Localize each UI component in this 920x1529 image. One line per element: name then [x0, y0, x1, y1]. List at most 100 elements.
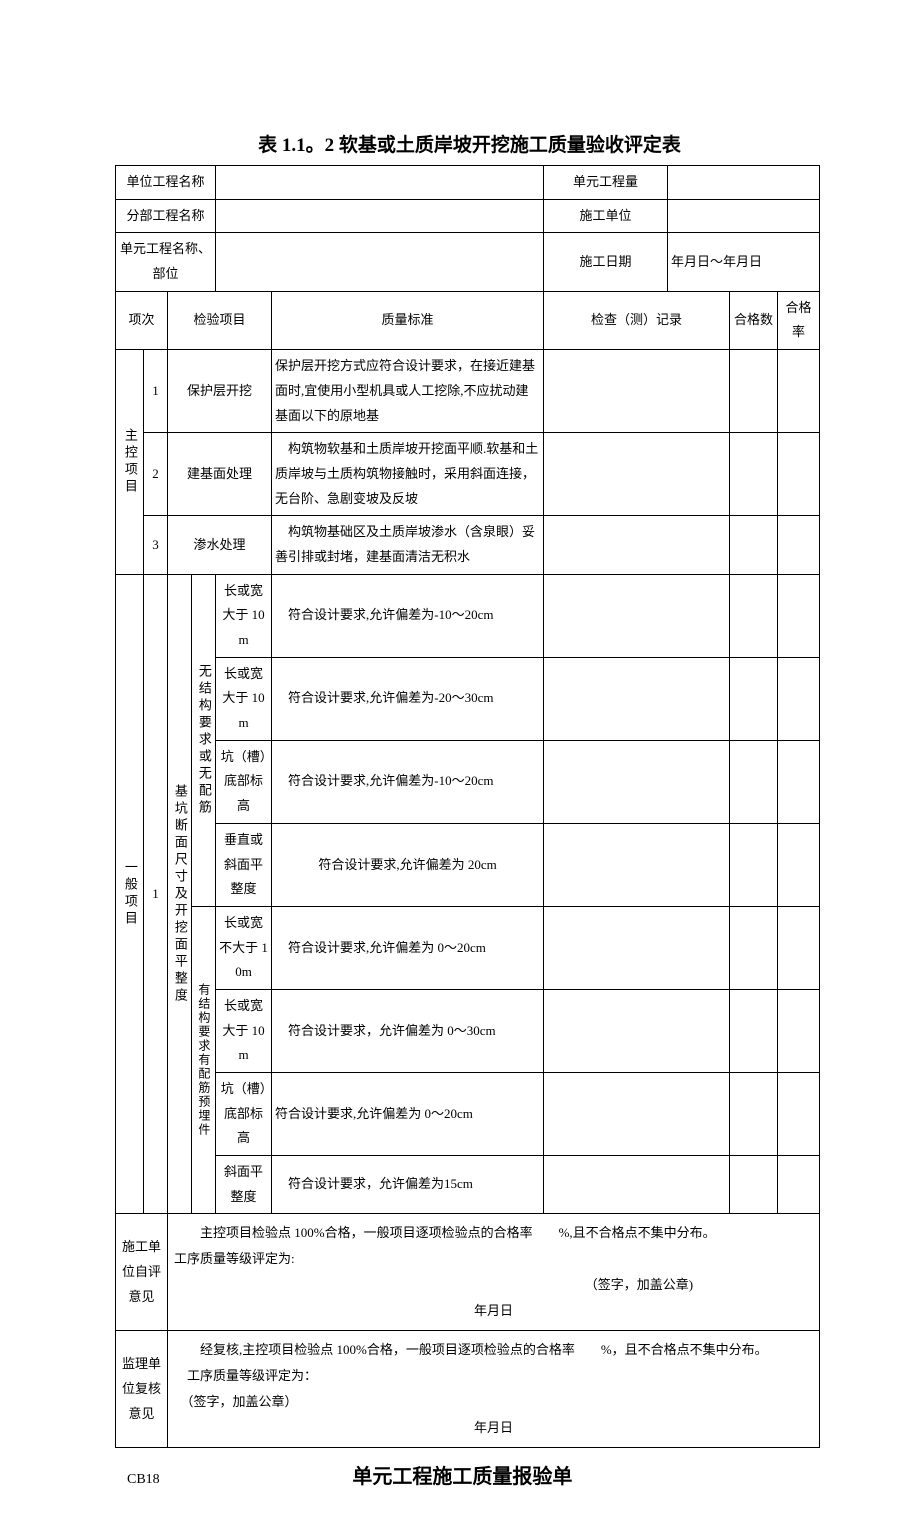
table-row: 单位工程名称 单元工程量: [116, 166, 820, 200]
table-row: 3 渗水处理 构筑物基础区及土质岸坡渗水（含泉眼）妥善引排或封堵，建基面清洁无积…: [116, 516, 820, 574]
unit-project-qty-value[interactable]: [668, 166, 820, 200]
construction-date-value[interactable]: 年月日～年月日: [668, 233, 820, 291]
pass-rate-cell[interactable]: [778, 433, 820, 516]
col-inspect-item: 检验项目: [168, 291, 272, 349]
col-item-no: 项次: [116, 291, 168, 349]
general-row-std: 符合设计要求，允许偏差为15cm: [272, 1156, 544, 1214]
review-opinion-text2: 工序质量等级评定为：: [174, 1363, 813, 1389]
pass-count-cell[interactable]: [730, 906, 778, 989]
table-row: 有结构要求有配筋预埋件 长或宽不大于 10m 符合设计要求,允许偏差为 0～20…: [116, 906, 820, 989]
main-item-std: 保护层开挖方式应符合设计要求，在接近建基面时,宜使用小型机具或人工挖除,不应扰动…: [272, 350, 544, 433]
pass-rate-cell[interactable]: [778, 657, 820, 740]
pass-rate-cell[interactable]: [778, 1156, 820, 1214]
general-item-no: 1: [144, 574, 168, 1214]
check-record-cell[interactable]: [544, 1073, 730, 1156]
check-record-cell[interactable]: [544, 989, 730, 1072]
table-row: 长或宽大于 10m 符合设计要求，允许偏差为 0～30cm: [116, 989, 820, 1072]
pass-rate-cell[interactable]: [778, 350, 820, 433]
unit-project-qty-label: 单元工程量: [544, 166, 668, 200]
review-opinion-text1: 经复核,主控项目检验点 100%合格，一般项目逐项检验点的合格率 %，且不合格点…: [174, 1337, 813, 1363]
check-record-cell[interactable]: [544, 1156, 730, 1214]
general-row-std: 符合设计要求,允许偏差为 0～20cm: [272, 1073, 544, 1156]
general-row-std: 符合设计要求,允许偏差为-20～30cm: [272, 657, 544, 740]
unit-part-label: 单元工程名称、部位: [116, 233, 216, 291]
table-row: 坑（槽）底部标高 符合设计要求,允许偏差为-10～20cm: [116, 740, 820, 823]
check-record-cell[interactable]: [544, 823, 730, 906]
general-row-label: 斜面平整度: [216, 1156, 272, 1214]
pass-rate-cell[interactable]: [778, 989, 820, 1072]
general-row-std: 符合设计要求,允许偏差为 0～20cm: [272, 906, 544, 989]
general-row-label: 坑（槽）底部标高: [216, 740, 272, 823]
table-row: 长或宽大于 10m 符合设计要求,允许偏差为-20～30cm: [116, 657, 820, 740]
main-item-name: 渗水处理: [168, 516, 272, 574]
unit-part-value[interactable]: [216, 233, 544, 291]
review-opinion-cell[interactable]: 经复核,主控项目检验点 100%合格，一般项目逐项检验点的合格率 %，且不合格点…: [168, 1331, 820, 1448]
main-item-no: 3: [144, 516, 168, 574]
page-title: 表 1.1。2 软基或土质岸坡开挖施工质量验收评定表: [115, 130, 805, 157]
evaluation-table: 单位工程名称 单元工程量 分部工程名称 施工单位 单元工程名称、部位 施工日期 …: [115, 165, 820, 1448]
general-row-label: 长或宽大于 10m: [216, 989, 272, 1072]
table-row: 主控项目 1 保护层开挖 保护层开挖方式应符合设计要求，在接近建基面时,宜使用小…: [116, 350, 820, 433]
review-opinion-date: 年月日: [174, 1415, 813, 1441]
general-group-label: 一般项目: [116, 574, 144, 1214]
unit-project-name-label: 单位工程名称: [116, 166, 216, 200]
sub-project-name-value[interactable]: [216, 199, 544, 233]
pass-rate-cell[interactable]: [778, 1073, 820, 1156]
pass-rate-cell[interactable]: [778, 906, 820, 989]
review-opinion-label: 监理单位复核意见: [116, 1331, 168, 1448]
pass-count-cell[interactable]: [730, 823, 778, 906]
general-row-label: 长或宽不大于 10m: [216, 906, 272, 989]
check-record-cell[interactable]: [544, 740, 730, 823]
table-row: 斜面平整度 符合设计要求，允许偏差为15cm: [116, 1156, 820, 1214]
construction-unit-value[interactable]: [668, 199, 820, 233]
table-row: 施工单位自评意见 主控项目检验点 100%合格，一般项目逐项检验点的合格率 %,…: [116, 1214, 820, 1331]
self-opinion-label: 施工单位自评意见: [116, 1214, 168, 1331]
col-check-record: 检查（测）记录: [544, 291, 730, 349]
self-opinion-text1: 主控项目检验点 100%合格，一般项目逐项检验点的合格率 %,且不合格点不集中分…: [174, 1220, 813, 1246]
check-record-cell[interactable]: [544, 574, 730, 657]
pass-count-cell[interactable]: [730, 1073, 778, 1156]
unit-project-name-value[interactable]: [216, 166, 544, 200]
pass-rate-cell[interactable]: [778, 574, 820, 657]
general-row-label: 坑（槽）底部标高: [216, 1073, 272, 1156]
check-record-cell[interactable]: [544, 906, 730, 989]
footer: CB18 单元工程施工质量报验单: [115, 1460, 805, 1489]
construction-date-label: 施工日期: [544, 233, 668, 291]
pass-count-cell[interactable]: [730, 433, 778, 516]
main-item-no: 1: [144, 350, 168, 433]
general-row-std: 符合设计要求,允许偏差为-10～20cm: [272, 574, 544, 657]
main-group-label: 主控项目: [116, 350, 144, 575]
pass-count-cell[interactable]: [730, 657, 778, 740]
check-record-cell[interactable]: [544, 657, 730, 740]
col-pass-count: 合格数: [730, 291, 778, 349]
review-opinion-sign: （签字，加盖公章）: [174, 1389, 813, 1415]
col-quality-std: 质量标准: [272, 291, 544, 349]
table-row: 一般项目 1 基坑断面尺寸及开挖面平整度 无结构要求或无配筋 长或宽大于 10m…: [116, 574, 820, 657]
col-pass-rate: 合格率: [778, 291, 820, 349]
footer-title: 单元工程施工质量报验单: [160, 1460, 805, 1489]
pass-rate-cell[interactable]: [778, 823, 820, 906]
pass-count-cell[interactable]: [730, 989, 778, 1072]
general-row-label: 垂直或斜面平整度: [216, 823, 272, 906]
pass-count-cell[interactable]: [730, 740, 778, 823]
self-opinion-cell[interactable]: 主控项目检验点 100%合格，一般项目逐项检验点的合格率 %,且不合格点不集中分…: [168, 1214, 820, 1331]
check-record-cell[interactable]: [544, 350, 730, 433]
check-record-cell[interactable]: [544, 433, 730, 516]
pass-count-cell[interactable]: [730, 350, 778, 433]
subgroup-has-rebar: 有结构要求有配筋预埋件: [192, 906, 216, 1214]
main-item-std: 构筑物软基和土质岸坡开挖面平顺.软基和土质岸坡与土质构筑物接触时，采用斜面连接，…: [272, 433, 544, 516]
general-row-label: 长或宽大于 10m: [216, 574, 272, 657]
pass-rate-cell[interactable]: [778, 516, 820, 574]
pass-count-cell[interactable]: [730, 1156, 778, 1214]
table-row: 单元工程名称、部位 施工日期 年月日～年月日: [116, 233, 820, 291]
pass-count-cell[interactable]: [730, 516, 778, 574]
general-row-std: 符合设计要求,允许偏差为 20cm: [272, 823, 544, 906]
check-record-cell[interactable]: [544, 516, 730, 574]
table-row: 2 建基面处理 构筑物软基和土质岸坡开挖面平顺.软基和土质岸坡与土质构筑物接触时…: [116, 433, 820, 516]
footer-code: CB18: [127, 1472, 160, 1488]
general-row-std: 符合设计要求，允许偏差为 0～30cm: [272, 989, 544, 1072]
pass-rate-cell[interactable]: [778, 740, 820, 823]
self-opinion-sign: （签字，加盖公章): [174, 1272, 813, 1298]
pass-count-cell[interactable]: [730, 574, 778, 657]
main-item-std: 构筑物基础区及土质岸坡渗水（含泉眼）妥善引排或封堵，建基面清洁无积水: [272, 516, 544, 574]
